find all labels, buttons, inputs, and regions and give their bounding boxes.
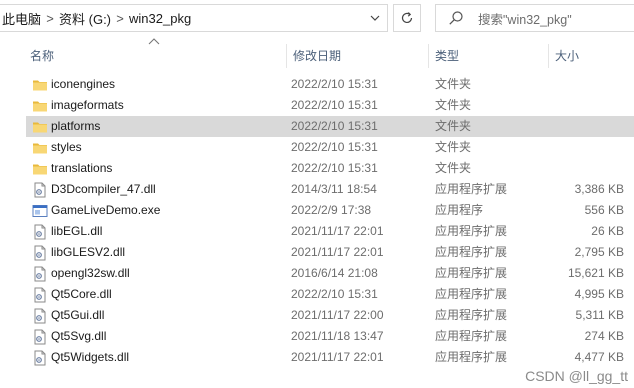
dll-file-icon bbox=[32, 350, 48, 366]
navigation-bar: 此电脑 > 资料 (G:) > win32_pkg 搜索"win32_pkg" bbox=[0, 0, 634, 36]
file-name: iconengines bbox=[51, 77, 116, 91]
breadcrumb-separator[interactable]: > bbox=[111, 11, 129, 26]
file-name: imageformats bbox=[51, 98, 124, 112]
file-list: iconengines 2022/2/10 15:31 文件夹 imageformat… bbox=[0, 74, 634, 368]
watermark: CSDN @ll_gg_tt bbox=[525, 368, 628, 384]
file-size: 2,795 KB bbox=[574, 245, 624, 259]
dll-file-icon bbox=[32, 308, 48, 324]
column-header-size[interactable]: 大小 bbox=[549, 44, 634, 68]
breadcrumb-drive[interactable]: 资料 (G:) bbox=[59, 9, 111, 28]
column-header-date[interactable]: 修改日期 bbox=[287, 44, 429, 68]
dll-file-icon bbox=[32, 266, 48, 282]
folder-icon bbox=[32, 77, 48, 93]
file-type: 应用程序扩展 bbox=[435, 350, 508, 364]
file-row[interactable]: translations 2022/2/10 15:31 文件夹 bbox=[0, 158, 634, 179]
file-modified-date: 2022/2/9 17:38 bbox=[291, 203, 372, 217]
file-size: 3,386 KB bbox=[574, 182, 624, 196]
file-row[interactable]: libGLESV2.dll 2021/11/17 22:01 应用程序扩展 2,795… bbox=[0, 242, 634, 263]
column-header-row: 名称 修改日期 类型 大小 bbox=[0, 44, 634, 68]
file-modified-date: 2022/2/10 15:31 bbox=[291, 119, 378, 133]
file-modified-date: 2022/2/10 15:31 bbox=[291, 161, 378, 175]
file-type: 应用程序扩展 bbox=[435, 224, 508, 238]
file-modified-date: 2021/11/17 22:01 bbox=[291, 350, 384, 364]
file-modified-date: 2021/11/17 22:01 bbox=[291, 245, 384, 259]
dll-file-icon bbox=[32, 245, 48, 261]
chevron-down-icon[interactable] bbox=[369, 12, 381, 24]
file-type: 应用程序扩展 bbox=[435, 182, 508, 196]
file-row[interactable]: Qt5Gui.dll 2021/11/17 22:00 应用程序扩展 5,311 KB bbox=[0, 305, 634, 326]
refresh-icon bbox=[401, 12, 413, 24]
folder-icon bbox=[32, 140, 48, 156]
file-type: 文件夹 bbox=[435, 98, 472, 112]
file-modified-date: 2022/2/10 15:31 bbox=[291, 287, 378, 301]
file-size: 15,621 KB bbox=[567, 266, 624, 280]
file-name: styles bbox=[51, 140, 82, 154]
address-bar[interactable]: 此电脑 > 资料 (G:) > win32_pkg bbox=[0, 4, 388, 32]
file-name: platforms bbox=[51, 119, 101, 133]
dll-file-icon bbox=[32, 182, 48, 198]
file-name: GameLiveDemo.exe bbox=[51, 203, 161, 217]
file-row[interactable]: imageformats 2022/2/10 15:31 文件夹 bbox=[0, 95, 634, 116]
column-header-type[interactable]: 类型 bbox=[429, 44, 549, 68]
dll-file-icon bbox=[32, 224, 48, 240]
folder-icon bbox=[32, 119, 48, 135]
file-name: Qt5Gui.dll bbox=[51, 308, 105, 322]
file-row[interactable]: iconengines 2022/2/10 15:31 文件夹 bbox=[0, 74, 634, 95]
file-row[interactable]: Qt5Svg.dll 2021/11/18 13:47 应用程序扩展 274 KB bbox=[0, 326, 634, 347]
file-type: 文件夹 bbox=[435, 77, 472, 91]
file-type: 文件夹 bbox=[435, 119, 472, 133]
file-size: 26 KB bbox=[591, 224, 624, 238]
file-row[interactable]: styles 2022/2/10 15:31 文件夹 bbox=[0, 137, 634, 158]
file-size: 274 KB bbox=[584, 329, 624, 343]
file-modified-date: 2021/11/18 13:47 bbox=[291, 329, 384, 343]
file-size: 4,995 KB bbox=[574, 287, 624, 301]
file-row[interactable]: Qt5Core.dll 2022/2/10 15:31 应用程序扩展 4,995 KB bbox=[0, 284, 634, 305]
file-size: 4,477 KB bbox=[574, 350, 624, 364]
search-icon bbox=[449, 11, 463, 25]
dll-file-icon bbox=[32, 329, 48, 345]
breadcrumb-folder[interactable]: win32_pkg bbox=[129, 11, 191, 26]
file-row[interactable]: GameLiveDemo.exe 2022/2/9 17:38 应用程序 556 KB bbox=[0, 200, 634, 221]
file-type: 应用程序 bbox=[435, 203, 484, 217]
file-type: 应用程序扩展 bbox=[435, 245, 508, 259]
file-modified-date: 2022/2/10 15:31 bbox=[291, 98, 378, 112]
file-type: 文件夹 bbox=[435, 161, 472, 175]
folder-icon bbox=[32, 98, 48, 114]
folder-icon bbox=[32, 161, 48, 177]
file-type: 应用程序扩展 bbox=[435, 308, 508, 322]
file-name: libGLESV2.dll bbox=[51, 245, 126, 259]
breadcrumb-this-pc[interactable]: 此电脑 bbox=[2, 9, 41, 28]
file-name: translations bbox=[51, 161, 113, 175]
file-size: 556 KB bbox=[584, 203, 624, 217]
file-name: opengl32sw.dll bbox=[51, 266, 130, 280]
refresh-button[interactable] bbox=[393, 4, 421, 32]
file-modified-date: 2016/6/14 21:08 bbox=[291, 266, 378, 280]
dll-file-icon bbox=[32, 287, 48, 303]
file-row[interactable]: platforms 2022/2/10 15:31 文件夹 bbox=[0, 116, 634, 137]
search-input[interactable]: 搜索"win32_pkg" bbox=[435, 4, 634, 32]
file-name: Qt5Core.dll bbox=[51, 287, 112, 301]
file-modified-date: 2022/2/10 15:31 bbox=[291, 140, 378, 154]
file-modified-date: 2022/2/10 15:31 bbox=[291, 77, 378, 91]
file-modified-date: 2014/3/11 18:54 bbox=[291, 182, 377, 196]
file-modified-date: 2021/11/17 22:00 bbox=[291, 308, 384, 322]
file-row[interactable]: D3Dcompiler_47.dll 2014/3/11 18:54 应用程序扩展 3… bbox=[0, 179, 634, 200]
file-modified-date: 2021/11/17 22:01 bbox=[291, 224, 384, 238]
file-row[interactable]: Qt5Widgets.dll 2021/11/17 22:01 应用程序扩展 4,47… bbox=[0, 347, 634, 368]
file-name: D3Dcompiler_47.dll bbox=[51, 182, 156, 196]
file-row[interactable]: libEGL.dll 2021/11/17 22:01 应用程序扩展 26 KB bbox=[0, 221, 634, 242]
file-name: Qt5Svg.dll bbox=[51, 329, 107, 343]
file-name: libEGL.dll bbox=[51, 224, 103, 238]
file-name: Qt5Widgets.dll bbox=[51, 350, 130, 364]
file-type: 文件夹 bbox=[435, 140, 472, 154]
file-row[interactable]: opengl32sw.dll 2016/6/14 21:08 应用程序扩展 15,62… bbox=[0, 263, 634, 284]
search-placeholder: 搜索"win32_pkg" bbox=[478, 12, 572, 27]
file-type: 应用程序扩展 bbox=[435, 266, 508, 280]
file-type: 应用程序扩展 bbox=[435, 287, 508, 301]
file-size: 5,311 KB bbox=[575, 308, 624, 322]
file-type: 应用程序扩展 bbox=[435, 329, 508, 343]
column-header-name[interactable]: 名称 bbox=[24, 44, 287, 68]
exe-file-icon bbox=[32, 203, 48, 219]
breadcrumb-separator[interactable]: > bbox=[41, 11, 59, 26]
